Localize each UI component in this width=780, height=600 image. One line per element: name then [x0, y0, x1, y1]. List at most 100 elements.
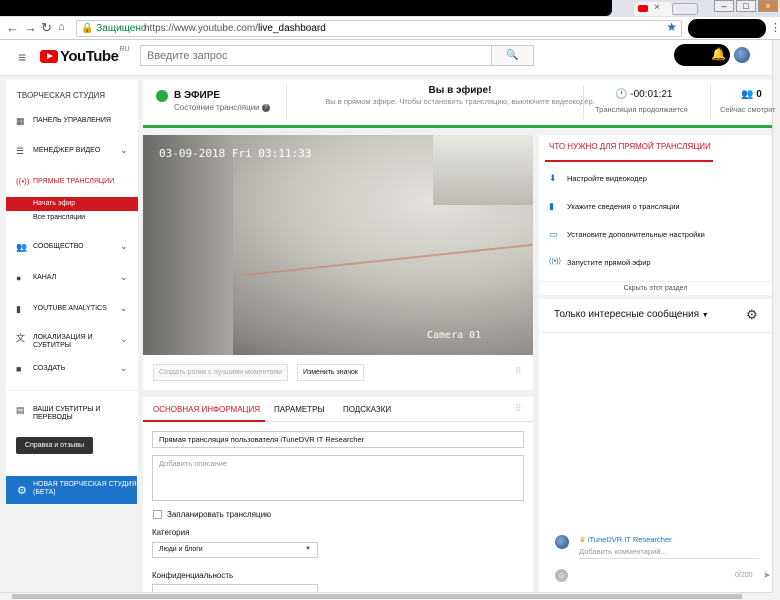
video-scene-stripe [243, 243, 533, 277]
sidebar-item-your-subtitles[interactable]: ▤ ВАШИ СУБТИТРЫ И ПЕРЕВОДЫ [6, 402, 138, 424]
chat-filter-dropdown[interactable]: Только интересные сообщения ▼ [554, 309, 709, 320]
chat-comment-input[interactable]: Добавить комментарий... [579, 547, 759, 559]
live-icon: ((•)) [549, 258, 561, 265]
url-text: https://www.youtube.com/live_dashboard [144, 21, 326, 36]
gear-icon: ⚙ [17, 485, 27, 497]
caret-down-icon: ▼ [305, 546, 311, 552]
drag-handle-icon[interactable]: ⠿ [515, 403, 522, 414]
chevron-down-icon[interactable]: ⌄ [120, 241, 128, 252]
sidebar-item-dashboard[interactable]: ▦ ПАНЕЛЬ УПРАВЛЕНИЯ [6, 113, 138, 131]
chevron-down-icon[interactable]: ⌄ [120, 334, 128, 345]
privacy-label: Конфиденциальность [152, 571, 234, 580]
tab-parameters[interactable]: ПАРАМЕТРЫ [274, 405, 325, 414]
address-bar[interactable]: 🔒 Защищено https://www.youtube.com/live_… [76, 20, 682, 37]
tips-underline [545, 160, 713, 162]
privacy-select[interactable] [152, 584, 318, 592]
card-icon: ▭ [549, 229, 558, 239]
category-select[interactable]: Люди и блоги ▼ [152, 542, 318, 558]
create-highlights-button[interactable]: Создать ролик с лучшими моментами [153, 364, 289, 381]
video-preview[interactable]: 03-09-2018 Fri 03:11:33 Camera 01 [143, 135, 533, 355]
drag-handle-icon[interactable]: ⠿ [515, 366, 522, 377]
back-icon[interactable]: ← [6, 20, 19, 35]
category-value: Люди и блоги [159, 546, 203, 553]
tab-close-icon[interactable]: × [654, 2, 660, 13]
video-scene-ceiling [433, 135, 533, 205]
studio-sidebar: ТВОРЧЕСКАЯ СТУДИЯ ▦ ПАНЕЛЬ УПРАВЛЕНИЯ ☰ … [6, 80, 138, 504]
youtube-logo[interactable]: YouTube RU [40, 46, 130, 65]
secure-label: Защищено [96, 23, 147, 34]
hide-section-link[interactable]: Скрыть этот раздел [539, 281, 772, 292]
search-input[interactable] [141, 46, 493, 66]
horizontal-scrollbar[interactable] [0, 592, 772, 600]
info-tabs: ОСНОВНАЯ ИНФОРМАЦИЯ ПАРАМЕТРЫ ПОДСКАЗКИ … [143, 397, 533, 422]
new-tab-button[interactable] [672, 3, 698, 15]
chevron-down-icon[interactable]: ⌄ [120, 145, 128, 156]
sidebar-item-create[interactable]: ■ СОЗДАТЬ ⌄ [6, 361, 138, 379]
sidebar-item-community[interactable]: 👥 СООБЩЕСТВО ⌄ [6, 239, 138, 257]
tab-hints[interactable]: ПОДСКАЗКИ [343, 405, 391, 414]
avatar[interactable] [734, 47, 750, 63]
sidebar-item-label: ВАШИ СУБТИТРЫ И ПЕРЕВОДЫ [33, 406, 101, 421]
browser-toolbar: ← → ↻ ⌂ 🔒 Защищено https://www.youtube.c… [0, 17, 780, 40]
video-preview-card: 03-09-2018 Fri 03:11:33 Camera 01 Создат… [143, 135, 533, 390]
tip-label: Укажите сведения о трансляции [567, 202, 680, 211]
new-studio-beta-button[interactable]: ⚙ НОВАЯ ТВОРЧЕСКАЯ СТУДИЯ (БЕТА) [6, 476, 137, 504]
stream-message-subtitle: Вы в прямом эфире. Чтобы остановить тран… [325, 97, 595, 106]
sidebar-subitem-start-stream[interactable]: Начать эфир [6, 197, 138, 211]
sidebar-subitem-all-streams[interactable]: Все трансляции [6, 211, 138, 225]
chevron-down-icon[interactable]: ⌄ [120, 272, 128, 283]
community-icon: 👥 [16, 242, 28, 252]
youtube-header: ≡ YouTube RU 🔍 ⇧ 🔔 [0, 40, 780, 76]
sidebar-item-localization[interactable]: 文 ЛОКАЛИЗАЦИЯ И СУБТИТРЫ ⌄ [6, 330, 138, 352]
subtitles-icon: ▤ [16, 405, 25, 415]
chevron-down-icon[interactable]: ⌄ [120, 303, 128, 314]
send-icon[interactable]: ➤ [763, 570, 771, 581]
bookmark-star-icon[interactable]: ★ [666, 20, 677, 35]
redacted-extension-area [688, 19, 766, 38]
home-icon[interactable]: ⌂ [58, 21, 65, 33]
window-close-icon[interactable]: × [758, 0, 778, 12]
hamburger-menu-icon[interactable]: ≡ [18, 49, 26, 65]
emoji-icon[interactable]: ☺ [555, 569, 568, 582]
tip-label: Установите дополнительные настройки [567, 230, 705, 239]
reload-icon[interactable]: ↻ [41, 20, 52, 36]
forward-icon[interactable]: → [24, 20, 37, 35]
tab-basic-info[interactable]: ОСНОВНАЯ ИНФОРМАЦИЯ [153, 405, 260, 414]
divider [583, 85, 584, 119]
gear-icon[interactable]: ⚙ [746, 307, 758, 323]
chevron-down-icon[interactable]: ⌄ [120, 363, 128, 374]
help-feedback-button[interactable]: Справка и отзывы [16, 437, 93, 454]
notifications-bell-icon[interactable]: 🔔 [711, 47, 726, 61]
sidebar-item-label: ЛОКАЛИЗАЦИЯ И СУБТИТРЫ [33, 334, 93, 349]
sidebar-item-label: ПРЯМЫЕ ТРАНСЛЯЦИИ [33, 178, 115, 185]
search-button[interactable]: 🔍 [491, 46, 533, 65]
sidebar-subitem-label: Начать эфир [33, 200, 76, 207]
chat-divider [539, 332, 772, 333]
sidebar-item-label: МЕНЕДЖЕР ВИДЕО [33, 147, 101, 154]
sidebar-item-analytics[interactable]: ▮ YOUTUBE ANALYTICS ⌄ [6, 301, 138, 319]
sidebar-item-live[interactable]: ((•)) ПРЯМЫЕ ТРАНСЛЯЦИИ [6, 174, 138, 192]
stream-message-title: Вы в эфире! [428, 85, 492, 96]
description-field[interactable]: Добавить описание [152, 455, 524, 501]
sidebar-item-label: СООБЩЕСТВО [33, 243, 84, 250]
dashboard-icon: ▦ [16, 116, 25, 126]
schedule-checkbox[interactable] [153, 510, 162, 519]
schedule-label: Запланировать трансляцию [167, 510, 272, 519]
minimize-icon[interactable]: – [714, 0, 734, 12]
change-thumbnail-button[interactable]: Изменить значок [297, 364, 364, 381]
chat-username-text: iTuneDVR IT Researcher [587, 535, 672, 544]
browser-menu-icon[interactable]: ⋮ [770, 21, 780, 34]
secure-indicator[interactable]: 🔒 Защищено [81, 21, 146, 36]
url-path: live_dashboard [257, 23, 326, 34]
sidebar-item-channel[interactable]: ● КАНАЛ ⌄ [6, 270, 138, 288]
logo-region: RU [119, 46, 130, 53]
vertical-scrollbar[interactable] [772, 40, 780, 592]
stream-title-field[interactable]: Прямая трансляция пользователя iTuneDVR … [152, 431, 524, 448]
crown-icon: ♛ [579, 535, 586, 544]
help-icon[interactable]: ? [261, 103, 270, 112]
maximize-icon[interactable]: □ [736, 0, 756, 12]
live-status-title: В ЭФИРЕ [174, 90, 221, 101]
scrollbar-thumb[interactable] [12, 594, 742, 599]
browser-tab-youtube[interactable]: × [634, 2, 672, 16]
sidebar-item-video-manager[interactable]: ☰ МЕНЕДЖЕР ВИДЕО ⌄ [6, 143, 138, 161]
